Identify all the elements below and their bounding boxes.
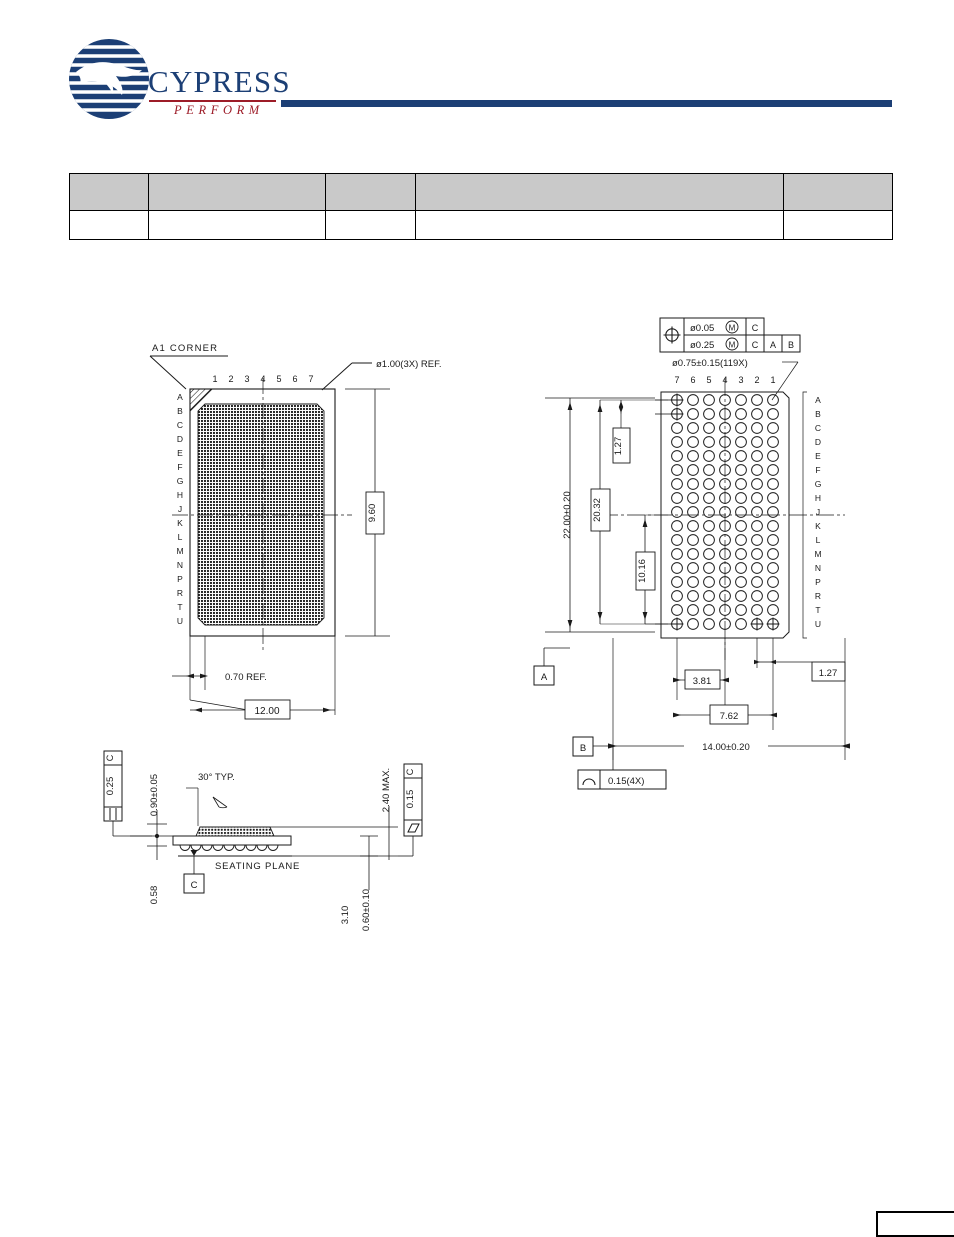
svg-text:D: D — [177, 434, 183, 444]
flatness-value: 0.15 — [405, 790, 416, 809]
svg-text:H: H — [177, 490, 183, 500]
feature-control-frame: ø0.05 M C ø0.25 M C A B — [659, 317, 801, 353]
svg-text:T: T — [815, 605, 820, 615]
top-view-package-outline: A1 CORNER 12 34 56 7 AB CD EF GH JK LM N… — [149, 343, 441, 720]
package-outline-drawing: A1 CORNER 12 34 56 7 AB CD EF GH JK LM N… — [103, 317, 850, 931]
datum-ref-2-b: B — [788, 340, 794, 350]
svg-text:3: 3 — [244, 374, 249, 384]
pitch-top-dimension: 1.27 — [613, 437, 624, 456]
svg-text:R: R — [815, 591, 821, 601]
svg-text:1: 1 — [770, 375, 775, 385]
side-view-cross-section: 0.25 C 0.90±0.05 0.58 30° TYP. SEATING P… — [103, 750, 423, 931]
svg-text:N: N — [177, 560, 183, 570]
seating-plane-label: SEATING PLANE — [215, 861, 300, 872]
svg-text:U: U — [815, 619, 821, 629]
profile-tolerance-value: 0.15(4X) — [608, 776, 644, 787]
half-array-width-dimension: 3.81 — [693, 676, 712, 687]
svg-text:E: E — [177, 448, 183, 458]
svg-text:6: 6 — [690, 375, 695, 385]
datum-ref-2-a: A — [770, 340, 776, 350]
ball-diameter-dimension: ø0.75±0.15(119X) — [672, 358, 748, 369]
svg-text:M: M — [814, 549, 821, 559]
svg-text:2: 2 — [228, 374, 233, 384]
svg-text:J: J — [816, 507, 820, 517]
ball-height-dimension: 0.90±0.05 — [149, 774, 160, 816]
top-view-row-labels: AB CD EF GH JK LM NP RT U — [176, 392, 183, 626]
chamfer-angle-label: 30° TYP. — [198, 772, 235, 783]
svg-text:G: G — [815, 479, 822, 489]
substrate-thickness-dimension: 0.60±0.10 — [361, 889, 372, 931]
svg-text:2: 2 — [754, 375, 759, 385]
svg-text:7: 7 — [308, 374, 313, 384]
body-width-dimension: 12.00 — [254, 706, 279, 717]
svg-text:C: C — [815, 423, 821, 433]
svg-text:A: A — [177, 392, 183, 402]
parallelism-datum: C — [105, 754, 115, 761]
datum-ref-2-c: C — [752, 340, 759, 350]
bottom-view-ball-array: ø0.05 M C ø0.25 M C A B ø0.75±0.15(119X)… — [533, 317, 850, 790]
svg-text:B: B — [815, 409, 821, 419]
datasheet-page: CYPRESS PERFORM A1 CORNER 1 2 3 4 5 6 7 … — [0, 0, 954, 1237]
array-height-dimension: 20.32 — [592, 498, 603, 522]
svg-text:K: K — [177, 518, 183, 528]
svg-text:E: E — [815, 451, 821, 461]
body-thickness-dimension: 3.10 — [340, 906, 351, 925]
datum-ref-1-c: C — [752, 323, 759, 333]
page-footer-box — [876, 1211, 954, 1237]
overall-width-dimension: 14.00±0.20 — [702, 742, 749, 753]
svg-text:7: 7 — [674, 375, 679, 385]
svg-text:1: 1 — [212, 374, 217, 384]
position-tolerance-1: ø0.05 — [690, 323, 714, 334]
svg-text:N: N — [815, 563, 821, 573]
svg-text:5: 5 — [276, 374, 281, 384]
svg-text:P: P — [815, 577, 821, 587]
datum-b-label: B — [580, 743, 586, 754]
svg-text:B: B — [177, 406, 183, 416]
svg-text:L: L — [178, 532, 183, 542]
svg-text:G: G — [177, 476, 184, 486]
overall-height-dimension: 22.00±0.20 — [562, 491, 573, 538]
mmc-modifier-1: M — [729, 324, 736, 333]
svg-text:U: U — [177, 616, 183, 626]
svg-text:R: R — [177, 588, 183, 598]
svg-text:C: C — [177, 420, 183, 430]
solder-ball-row — [179, 844, 279, 851]
position-tolerance-2: ø0.25 — [690, 340, 714, 351]
svg-text:F: F — [815, 465, 820, 475]
svg-text:3: 3 — [738, 375, 743, 385]
svg-text:6: 6 — [292, 374, 297, 384]
corner-radius-dimension: ø1.00(3X) REF. — [376, 359, 441, 370]
svg-text:P: P — [177, 574, 183, 584]
svg-text:M: M — [176, 546, 183, 556]
mmc-modifier-2: M — [729, 341, 736, 350]
body-height-dimension: 9.60 — [367, 504, 378, 523]
svg-text:D: D — [815, 437, 821, 447]
svg-text:5: 5 — [706, 375, 711, 385]
svg-text:L: L — [816, 535, 821, 545]
svg-text:A: A — [815, 395, 821, 405]
datum-a-label: A — [541, 672, 548, 683]
pitch-right-dimension: 1.27 — [819, 668, 838, 679]
svg-text:K: K — [815, 521, 821, 531]
standoff-dimension: 0.58 — [149, 886, 160, 905]
flatness-datum: C — [405, 768, 415, 775]
datum-c-label: C — [191, 880, 198, 891]
ball-grid — [655, 393, 780, 631]
svg-text:J: J — [178, 504, 182, 514]
max-height-dimension: 2.40 MAX. — [381, 768, 392, 812]
a1-corner-label: A1 CORNER — [152, 343, 218, 354]
parallelism-value: 0.25 — [105, 777, 116, 796]
svg-text:H: H — [815, 493, 821, 503]
edge-offset-dimension: 0.70 REF. — [225, 672, 267, 683]
array-width-dimension: 7.62 — [720, 711, 739, 722]
svg-text:T: T — [177, 602, 182, 612]
bottom-view-row-labels: AB CD EF GH JK LM NP RT U — [814, 395, 821, 629]
half-array-height-dimension: 10.16 — [637, 559, 648, 583]
svg-text:F: F — [177, 462, 182, 472]
